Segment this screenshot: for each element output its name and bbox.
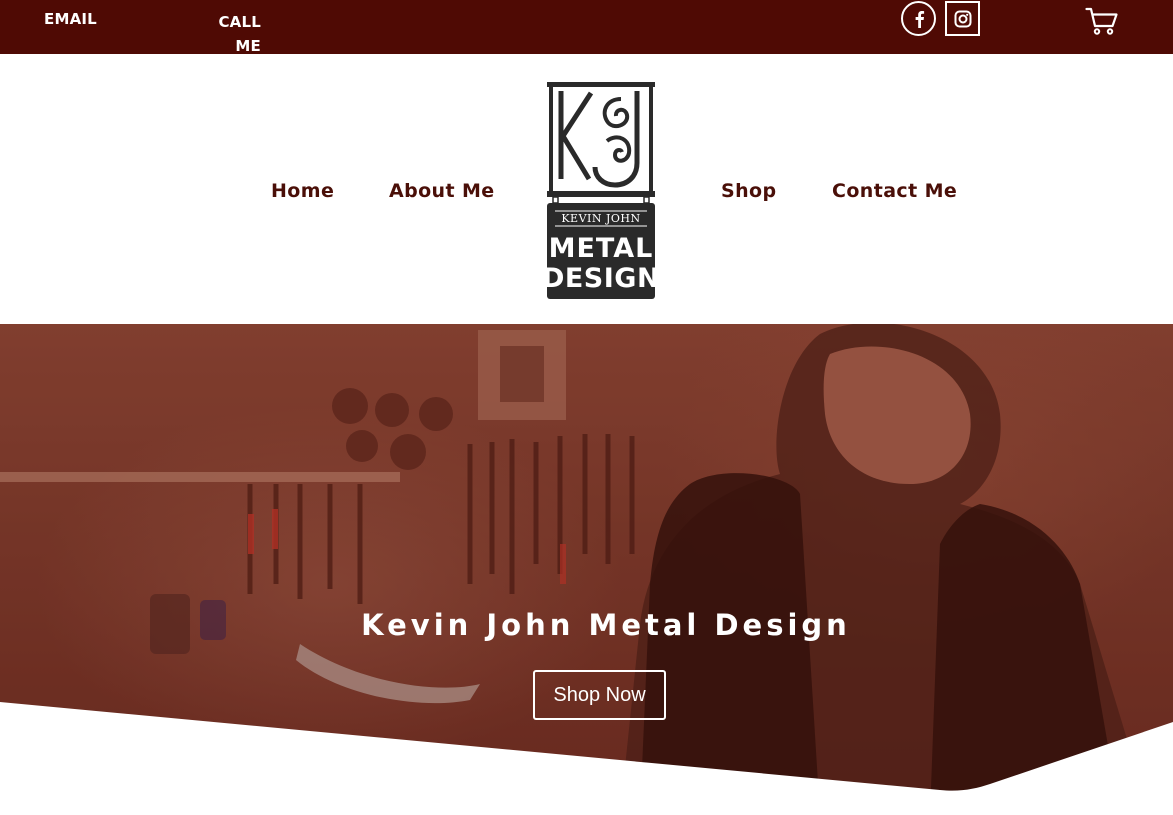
nav-shop[interactable]: Shop [721,180,776,202]
call-me-label-line1: CALL [218,13,261,31]
logo-line-kevin-john: KEVIN JOHN [561,212,640,225]
cart-icon[interactable] [1085,6,1119,36]
call-me-link[interactable]: CALL ME [211,10,261,58]
site-logo[interactable]: KEVIN JOHN METAL DESIGN [545,81,657,300]
facebook-icon[interactable] [901,1,936,36]
top-bar: EMAIL CALL ME [0,0,1173,55]
hero-section: Kevin John Metal Design Shop Now [0,324,1173,815]
instagram-icon[interactable] [945,1,980,36]
logo-line-design: DESIGN [545,263,657,294]
nav-home[interactable]: Home [271,180,334,202]
nav-about-me[interactable]: About Me [389,180,495,202]
facebook-glyph [915,10,924,28]
nav-contact-me[interactable]: Contact Me [832,180,957,202]
logo-line-metal: METAL [549,233,654,264]
hero-bottom-divider [0,702,1173,815]
instagram-glyph [954,10,971,27]
call-me-label-line2: ME [235,37,261,55]
email-link[interactable]: EMAIL [44,10,97,28]
site-header: Home About Me KEVIN JOHN METAL DESIGN Sh… [0,54,1173,324]
